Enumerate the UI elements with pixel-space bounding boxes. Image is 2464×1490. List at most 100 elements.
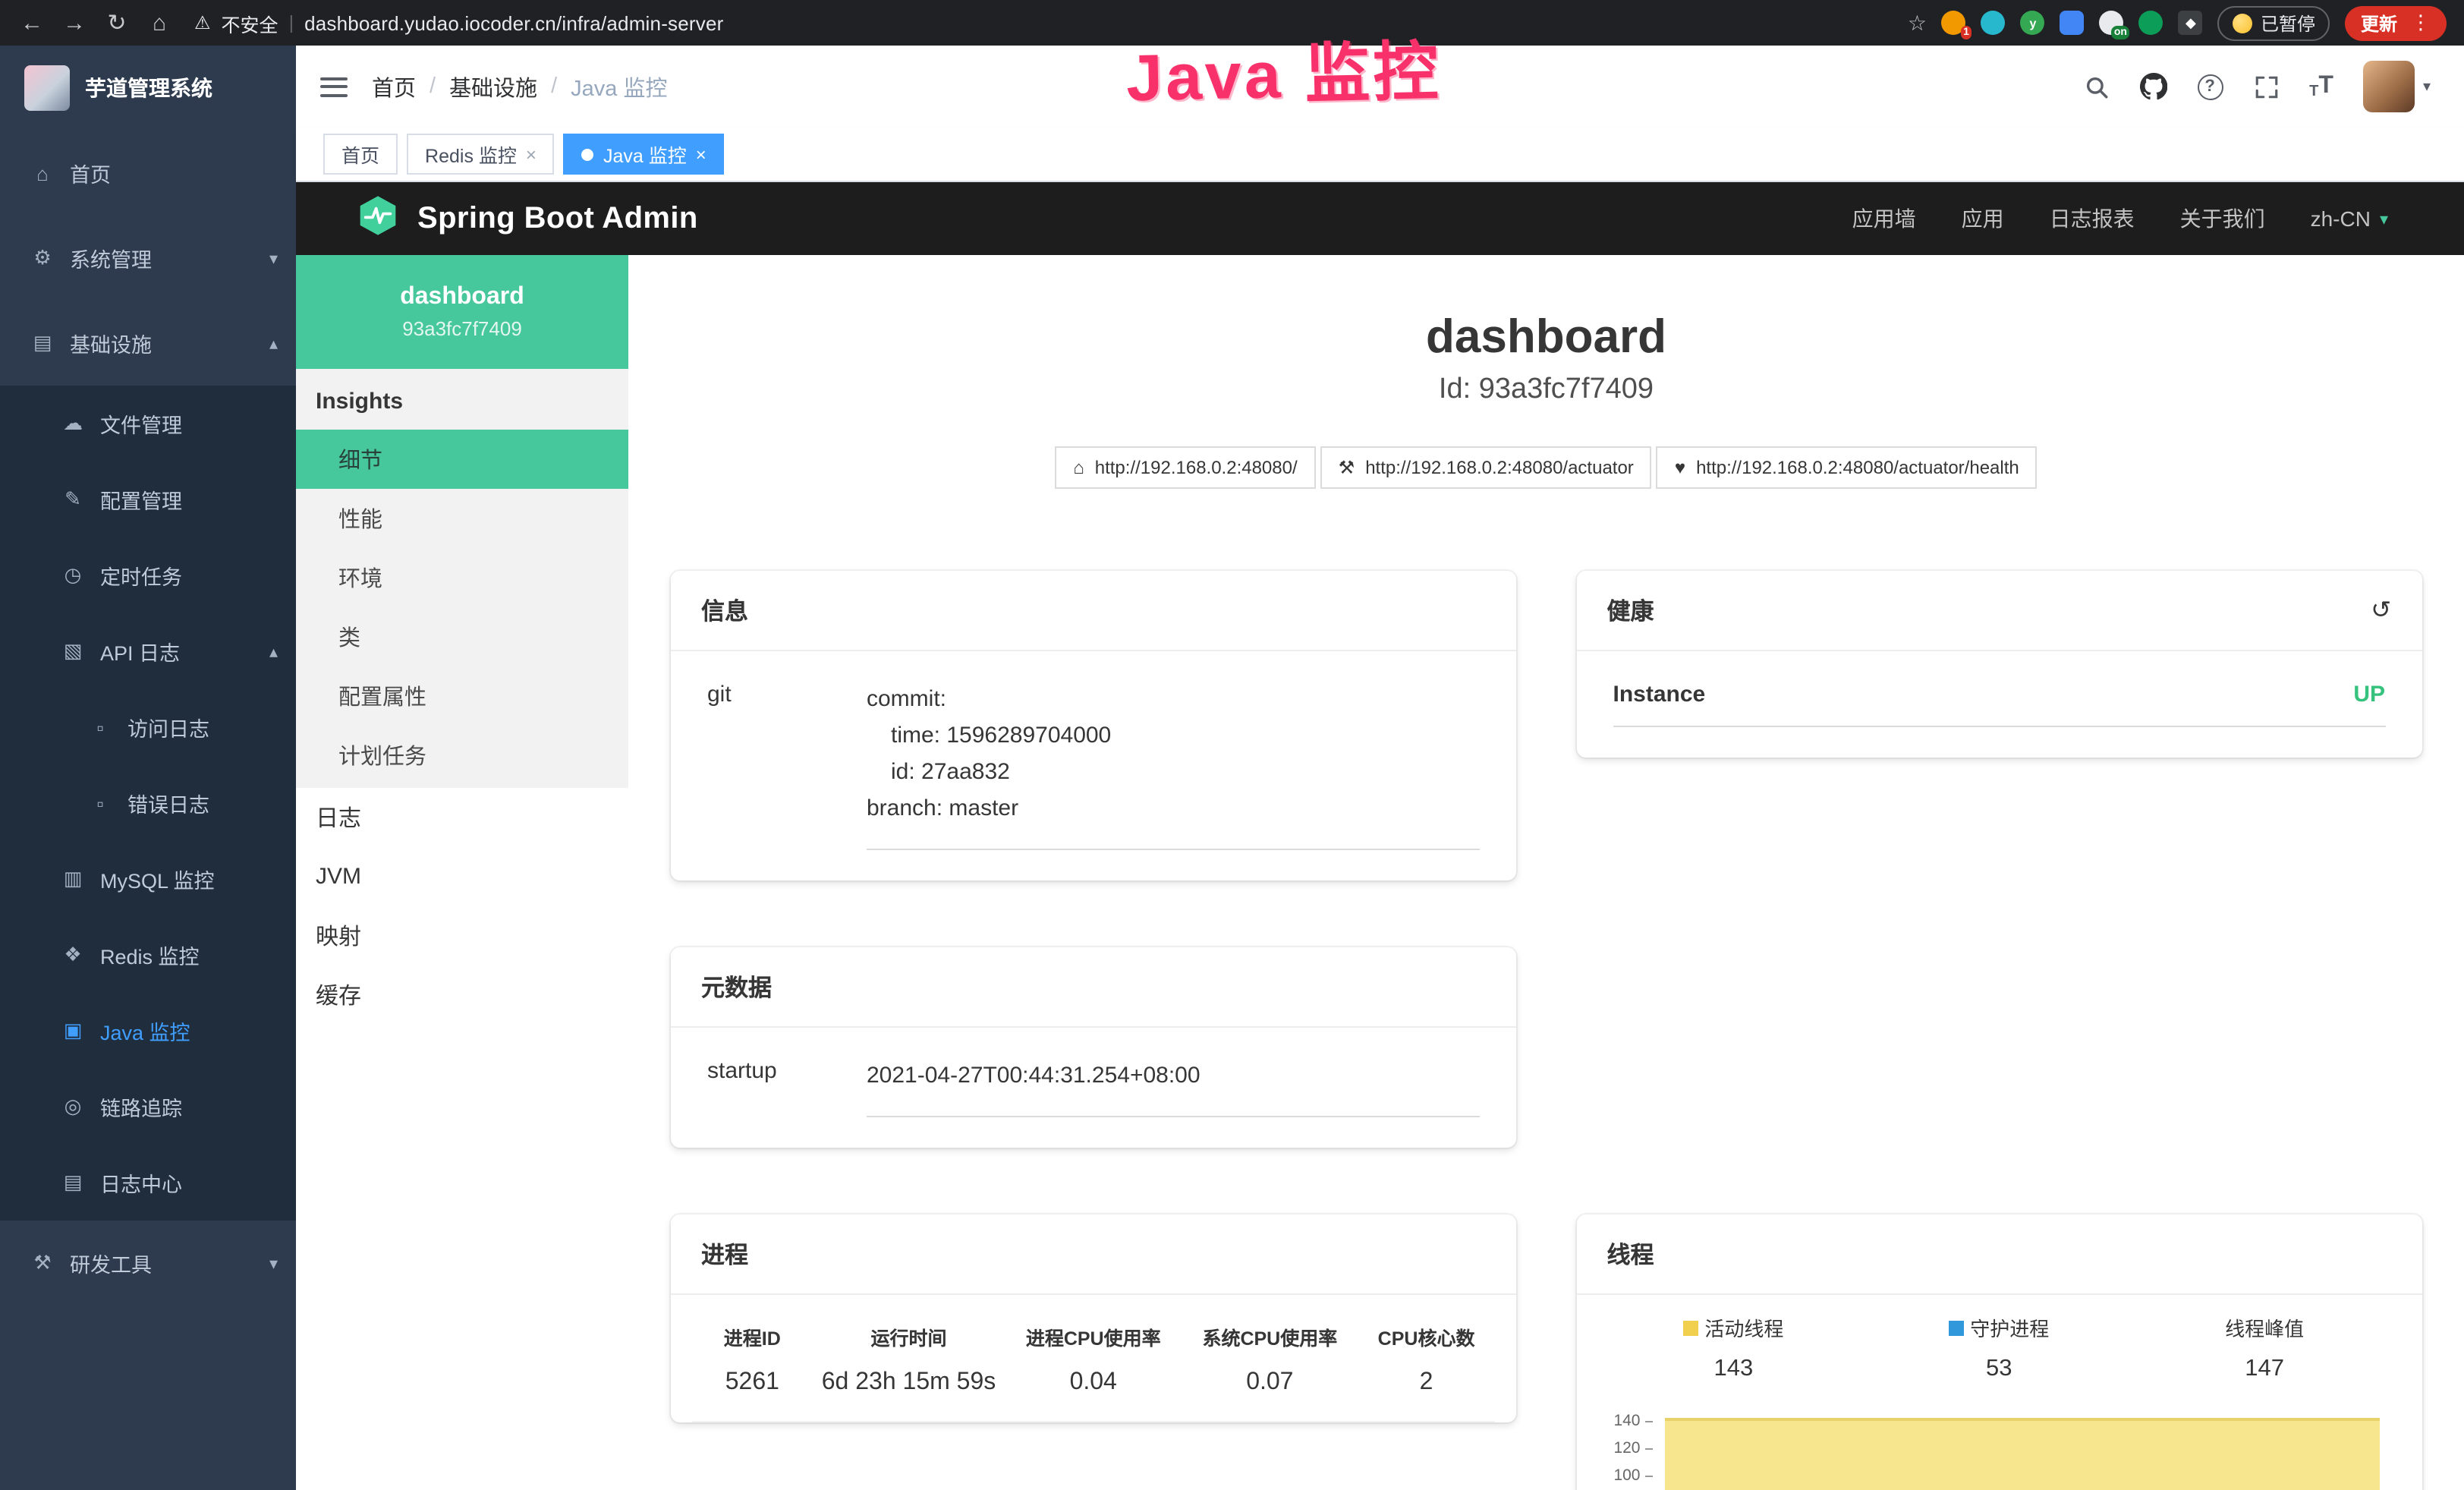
nav-wallboard[interactable]: 应用墙 (1852, 203, 1916, 234)
nav-about[interactable]: 关于我们 (2180, 203, 2265, 234)
user-menu[interactable]: ▾ (2364, 61, 2431, 112)
peak-threads-value: 147 (2132, 1356, 2397, 1383)
sba-brand[interactable]: Spring Boot Admin (417, 201, 698, 236)
legend-peak-threads: 线程峰值 147 (2132, 1313, 2397, 1383)
legend-daemon-threads: 守护进程 53 (1866, 1313, 2132, 1383)
sidebar-item-redis-monitor[interactable]: ❖ Redis 监控 (0, 917, 296, 993)
process-card-title: 进程 (671, 1214, 1516, 1295)
clock-icon: ◷ (61, 563, 85, 587)
paused-badge[interactable]: 已暂停 (2218, 5, 2330, 40)
threads-chart: 140 120 100 (1601, 1407, 2398, 1490)
sba-item-performance[interactable]: 性能 (296, 489, 628, 548)
database-icon: ▥ (61, 867, 85, 891)
nav-journal[interactable]: 日志报表 (2050, 203, 2135, 234)
sba-item-config-props[interactable]: 配置属性 (296, 666, 628, 726)
home-icon: ⌂ (30, 162, 55, 184)
sidebar-item-config-management[interactable]: ✎ 配置管理 (0, 461, 296, 537)
sba-item-jvm[interactable]: JVM (296, 847, 628, 906)
address-bar[interactable]: ⚠ 不安全 | dashboard.yudao.iocoder.cn/infra… (194, 8, 724, 37)
breadcrumb-home[interactable]: 首页 (372, 71, 416, 102)
tab-redis-monitor[interactable]: Redis 监控 × (407, 134, 555, 175)
sba-sidebar: dashboard 93a3fc7f7409 Insights 细节 性能 环境… (296, 255, 628, 1490)
sba-item-mappings[interactable]: 映射 (296, 906, 628, 966)
nav-applications[interactable]: 应用 (1962, 203, 2004, 234)
sidebar-item-scheduled-tasks[interactable]: ◷ 定时任务 (0, 537, 296, 613)
sidebar-item-java-monitor[interactable]: ▣ Java 监控 (0, 993, 296, 1069)
sidebar-item-tracing[interactable]: ◎ 链路追踪 (0, 1069, 296, 1145)
home-icon[interactable]: ⌂ (146, 10, 173, 36)
sidebar-item-file-management[interactable]: ☁ 文件管理 (0, 386, 296, 461)
browser-menu-icon[interactable]: ⋮ (2411, 11, 2431, 35)
infrastructure-icon: ▤ (30, 331, 55, 355)
url-text: dashboard.yudao.iocoder.cn/infra/admin-s… (304, 11, 723, 34)
sidebar-item-system-management[interactable]: ⚙ 系统管理 ▾ (0, 216, 296, 301)
threads-card: 线程 活动线程 143 守护进程 (1577, 1214, 2422, 1490)
sidebar-item-api-logs[interactable]: ▧ API 日志 ▴ (0, 613, 296, 689)
sba-item-details[interactable]: 细节 (296, 430, 628, 489)
sidebar-item-infrastructure[interactable]: ▤ 基础设施 ▴ (0, 301, 296, 386)
sba-logo-icon (357, 194, 399, 244)
java-monitor-icon: ▣ (61, 1019, 85, 1043)
locale-select[interactable]: zh-CN ▾ (2311, 206, 2388, 231)
sba-item-classes[interactable]: 类 (296, 607, 628, 666)
extension-icon-3[interactable]: y (2021, 11, 2045, 35)
tab-home[interactable]: 首页 (323, 134, 398, 175)
metadata-key: startup (707, 1058, 867, 1117)
process-col-sys-cpu: 系统CPU使用率 (1182, 1298, 1358, 1360)
fullscreen-icon[interactable] (2253, 74, 2279, 99)
sba-item-caches[interactable]: 缓存 (296, 966, 628, 1025)
extension-icon-2[interactable] (1981, 11, 2006, 35)
app-logo-row[interactable]: 芋道管理系统 (0, 46, 296, 131)
extension-icon-1[interactable]: 1 (1942, 11, 1966, 35)
forward-icon[interactable]: → (61, 10, 88, 36)
update-button[interactable]: 更新 ⋮ (2346, 5, 2446, 40)
hamburger-icon[interactable] (320, 77, 348, 96)
extension-icon-4[interactable] (2060, 11, 2085, 35)
github-icon[interactable] (2139, 73, 2167, 100)
sba-item-environment[interactable]: 环境 (296, 548, 628, 607)
paused-label: 已暂停 (2261, 10, 2315, 36)
history-icon[interactable]: ↺ (2371, 595, 2391, 625)
metadata-card-title: 元数据 (671, 947, 1516, 1028)
wrench-icon: ⚒ (1339, 457, 1355, 478)
back-icon[interactable]: ← (18, 10, 46, 36)
health-row: Instance UP (1613, 682, 2386, 727)
link-health-url[interactable]: ♥ http://192.168.0.2:48080/actuator/heal… (1657, 446, 2038, 489)
tags-view-bar: 首页 Redis 监控 × Java 监控 × (296, 128, 2464, 182)
sidebar-item-mysql-monitor[interactable]: ▥ MySQL 监控 (0, 841, 296, 917)
sidebar-item-home[interactable]: ⌂ 首页 (0, 131, 296, 216)
extension-puzzle-icon[interactable]: ◆ (2179, 11, 2203, 35)
extension-icon-5[interactable]: on (2100, 11, 2124, 35)
link-actuator-url[interactable]: ⚒ http://192.168.0.2:48080/actuator (1320, 446, 1652, 489)
process-col-cores: CPU核心数 (1358, 1298, 1495, 1360)
link-service-url[interactable]: ⌂ http://192.168.0.2:48080/ (1055, 446, 1315, 489)
process-pid: 5261 (692, 1360, 813, 1422)
sba-item-scheduled-tasks[interactable]: 计划任务 (296, 726, 628, 785)
close-icon[interactable]: × (696, 143, 706, 165)
process-col-uptime: 运行时间 (813, 1298, 1005, 1360)
sba-navbar: Spring Boot Admin 应用墙 应用 日志报表 关于我们 zh-CN… (296, 182, 2464, 255)
sba-item-logs[interactable]: 日志 (296, 788, 628, 847)
edit-icon: ✎ (61, 487, 85, 512)
bookmark-star-icon[interactable]: ☆ (1908, 10, 1927, 36)
sidebar-item-log-center[interactable]: ▤ 日志中心 (0, 1145, 296, 1221)
help-icon[interactable]: ? (2197, 74, 2223, 99)
section-title: Insights (296, 369, 628, 430)
breadcrumb-infrastructure[interactable]: 基础设施 (449, 71, 537, 102)
search-icon[interactable] (2083, 74, 2109, 99)
reload-icon[interactable]: ↻ (103, 9, 131, 36)
extension-on-badge: on (2111, 26, 2130, 39)
sidebar-item-access-logs[interactable]: ▫ 访问日志 (0, 689, 296, 765)
instance-header[interactable]: dashboard 93a3fc7f7409 (296, 255, 628, 369)
tab-java-monitor[interactable]: Java 监控 × (564, 134, 725, 175)
log-icon: ▧ (61, 639, 85, 663)
font-size-icon[interactable]: TT (2309, 73, 2333, 100)
active-tab-dot (582, 148, 594, 160)
health-card-title: 健康 (1607, 594, 1654, 627)
close-icon[interactable]: × (526, 143, 537, 165)
process-cores: 2 (1358, 1360, 1495, 1422)
sidebar-item-error-logs[interactable]: ▫ 错误日志 (0, 765, 296, 841)
sidebar-item-dev-tools[interactable]: ⚒ 研发工具 ▾ (0, 1221, 296, 1306)
app-main: 首页 / 基础设施 / Java 监控 ? (296, 46, 2464, 1490)
extension-icon-6[interactable] (2139, 11, 2163, 35)
